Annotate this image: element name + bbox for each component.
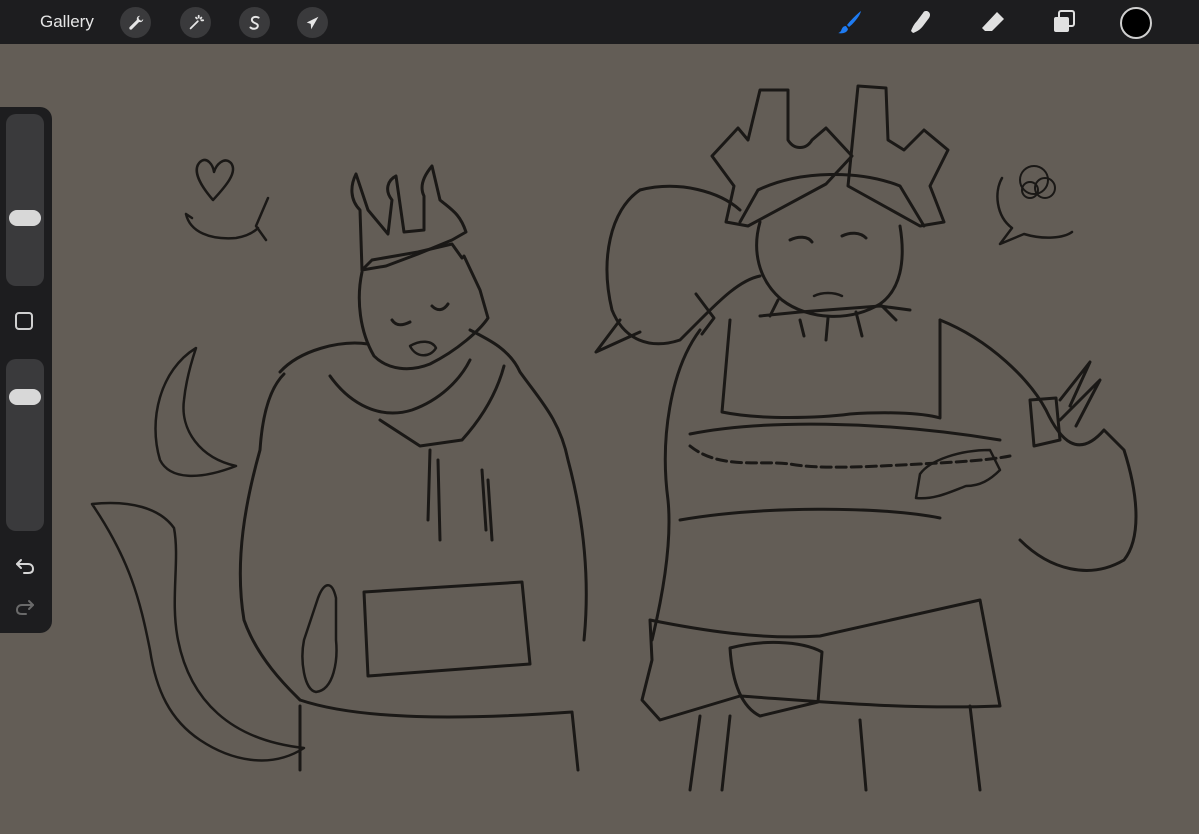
brush-icon — [838, 11, 861, 34]
eraser-tool-button[interactable] — [977, 6, 1009, 38]
magic-wand-icon — [189, 14, 204, 29]
smudge-tool-button[interactable] — [905, 6, 937, 38]
layers-button[interactable] — [1048, 6, 1080, 38]
brush-size-slider[interactable] — [6, 114, 44, 286]
transform-button[interactable] — [297, 7, 328, 38]
gallery-button[interactable]: Gallery — [40, 12, 94, 32]
selection-button[interactable] — [239, 7, 270, 38]
left-sidebar — [0, 107, 52, 633]
brush-tool-button[interactable] — [834, 6, 866, 38]
redo-arrow-icon — [16, 600, 34, 615]
selection-s-icon — [249, 15, 260, 30]
layers-icon — [1054, 10, 1075, 32]
undo-button[interactable] — [12, 553, 38, 579]
smudge-finger-icon — [911, 11, 931, 33]
arrow-cursor-icon — [306, 16, 318, 29]
wrench-icon — [128, 15, 143, 30]
eraser-icon — [982, 12, 1004, 31]
redo-button[interactable] — [12, 594, 38, 620]
modify-button[interactable] — [15, 312, 33, 330]
opacity-slider[interactable] — [6, 359, 44, 531]
color-picker-button[interactable] — [1120, 7, 1152, 39]
undo-arrow-icon — [16, 559, 34, 574]
sketch-artwork — [90, 84, 1138, 792]
actions-button[interactable] — [120, 7, 151, 38]
opacity-thumb[interactable] — [9, 389, 41, 405]
top-toolbar: Gallery — [0, 0, 1199, 44]
brush-size-thumb[interactable] — [9, 210, 41, 226]
procreate-app: Gallery — [0, 0, 1199, 834]
adjustments-button[interactable] — [180, 7, 211, 38]
drawing-canvas[interactable] — [0, 44, 1199, 834]
